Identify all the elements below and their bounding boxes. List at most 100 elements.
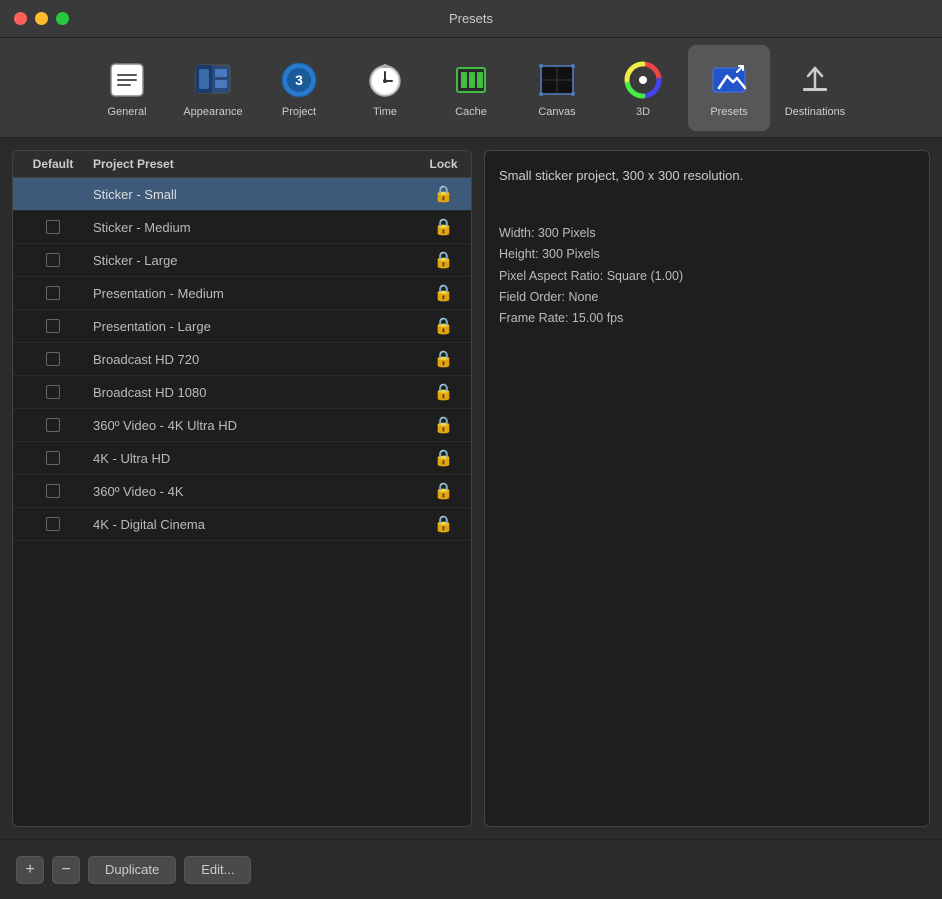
row-default-cell [13, 253, 93, 267]
row-lock-cell: 🔒 [416, 514, 471, 534]
table-row[interactable]: Broadcast HD 720 🔒 [13, 343, 471, 376]
canvas-icon [535, 58, 579, 102]
info-title: Small sticker project, 300 x 300 resolut… [499, 165, 915, 187]
row-name-cell: 360º Video - 4K Ultra HD [93, 418, 416, 433]
time-label: Time [373, 106, 397, 118]
toolbar-item-presets[interactable]: Presets [688, 45, 770, 131]
header-default: Default [13, 157, 93, 171]
row-name-cell: Broadcast HD 720 [93, 352, 416, 367]
window-title: Presets [449, 11, 493, 26]
default-checkbox[interactable] [46, 385, 60, 399]
titlebar: Presets [0, 0, 942, 38]
row-name-cell: 4K - Ultra HD [93, 451, 416, 466]
preset-panel: Default Project Preset Lock Sticker - Sm… [12, 150, 472, 827]
table-row[interactable]: Presentation - Large 🔒 [13, 310, 471, 343]
row-name-cell: 360º Video - 4K [93, 484, 416, 499]
duplicate-button[interactable]: Duplicate [88, 856, 176, 884]
row-default-cell [13, 484, 93, 498]
row-name-cell: Sticker - Large [93, 253, 416, 268]
default-checkbox[interactable] [46, 484, 60, 498]
toolbar-item-destinations[interactable]: Destinations [774, 45, 856, 131]
appearance-icon [191, 58, 235, 102]
table-row[interactable]: 360º Video - 4K Ultra HD 🔒 [13, 409, 471, 442]
presets-label: Presets [710, 106, 747, 118]
info-frame-rate: Frame Rate: 15.00 fps [499, 308, 915, 329]
presets-icon [707, 58, 751, 102]
default-checkbox[interactable] [46, 451, 60, 465]
maximize-button[interactable] [56, 12, 69, 25]
row-name-cell: Broadcast HD 1080 [93, 385, 416, 400]
project-label: Project [282, 106, 316, 118]
row-lock-cell: 🔒 [416, 217, 471, 237]
header-name: Project Preset [93, 157, 416, 171]
3d-label: 3D [636, 106, 650, 118]
preset-list: Sticker - Small 🔒 Sticker - Medium 🔒 Sti… [13, 178, 471, 826]
edit-button[interactable]: Edit... [184, 856, 251, 884]
3d-icon [621, 58, 665, 102]
default-checkbox[interactable] [46, 418, 60, 432]
default-checkbox[interactable] [46, 517, 60, 531]
row-default-cell [13, 451, 93, 465]
row-name-cell: Presentation - Large [93, 319, 416, 334]
destinations-label: Destinations [785, 106, 846, 118]
info-height: Height: 300 Pixels [499, 244, 915, 265]
row-lock-cell: 🔒 [416, 184, 471, 204]
table-row[interactable]: 360º Video - 4K 🔒 [13, 475, 471, 508]
remove-button[interactable]: − [52, 856, 80, 884]
toolbar-item-cache[interactable]: Cache [430, 45, 512, 131]
canvas-label: Canvas [538, 106, 575, 118]
general-label: General [107, 106, 146, 118]
table-row[interactable]: Presentation - Medium 🔒 [13, 277, 471, 310]
row-name-cell: Presentation - Medium [93, 286, 416, 301]
row-default-cell [13, 286, 93, 300]
project-icon: 3 [277, 58, 321, 102]
info-field-order: Field Order: None [499, 287, 915, 308]
svg-text:3: 3 [295, 72, 303, 88]
table-row[interactable]: Sticker - Large 🔒 [13, 244, 471, 277]
info-panel: Small sticker project, 300 x 300 resolut… [484, 150, 930, 827]
default-checkbox[interactable] [46, 286, 60, 300]
minimize-button[interactable] [35, 12, 48, 25]
row-default-cell [13, 319, 93, 333]
row-name-cell: Sticker - Medium [93, 220, 416, 235]
row-default-cell [13, 385, 93, 399]
table-row[interactable]: Broadcast HD 1080 🔒 [13, 376, 471, 409]
default-checkbox[interactable] [46, 220, 60, 234]
general-icon [105, 58, 149, 102]
appearance-label: Appearance [183, 106, 242, 118]
row-lock-cell: 🔒 [416, 250, 471, 270]
default-checkbox[interactable] [46, 319, 60, 333]
add-button[interactable]: + [16, 856, 44, 884]
table-row[interactable]: 4K - Digital Cinema 🔒 [13, 508, 471, 541]
header-lock: Lock [416, 157, 471, 171]
table-header: Default Project Preset Lock [13, 151, 471, 178]
row-lock-cell: 🔒 [416, 415, 471, 435]
row-default-cell [13, 352, 93, 366]
toolbar: General Appearance 3 Project [0, 38, 942, 138]
window-controls[interactable] [14, 12, 69, 25]
toolbar-item-general[interactable]: General [86, 45, 168, 131]
row-lock-cell: 🔒 [416, 283, 471, 303]
info-pixel-aspect: Pixel Aspect Ratio: Square (1.00) [499, 266, 915, 287]
toolbar-item-time[interactable]: Time [344, 45, 426, 131]
table-row[interactable]: Sticker - Small 🔒 [13, 178, 471, 211]
row-name-cell: Sticker - Small [93, 187, 416, 202]
default-checkbox[interactable] [46, 352, 60, 366]
toolbar-item-project[interactable]: 3 Project [258, 45, 340, 131]
row-lock-cell: 🔒 [416, 349, 471, 369]
close-button[interactable] [14, 12, 27, 25]
default-checkbox[interactable] [46, 253, 60, 267]
toolbar-item-appearance[interactable]: Appearance [172, 45, 254, 131]
toolbar-item-canvas[interactable]: Canvas [516, 45, 598, 131]
row-lock-cell: 🔒 [416, 382, 471, 402]
table-row[interactable]: 4K - Ultra HD 🔒 [13, 442, 471, 475]
toolbar-item-3d[interactable]: 3D [602, 45, 684, 131]
row-name-cell: 4K - Digital Cinema [93, 517, 416, 532]
table-row[interactable]: Sticker - Medium 🔒 [13, 211, 471, 244]
destinations-icon [793, 58, 837, 102]
row-default-cell [13, 517, 93, 531]
row-lock-cell: 🔒 [416, 481, 471, 501]
bottom-bar: + − Duplicate Edit... [0, 839, 942, 899]
time-icon [363, 58, 407, 102]
cache-icon [449, 58, 493, 102]
